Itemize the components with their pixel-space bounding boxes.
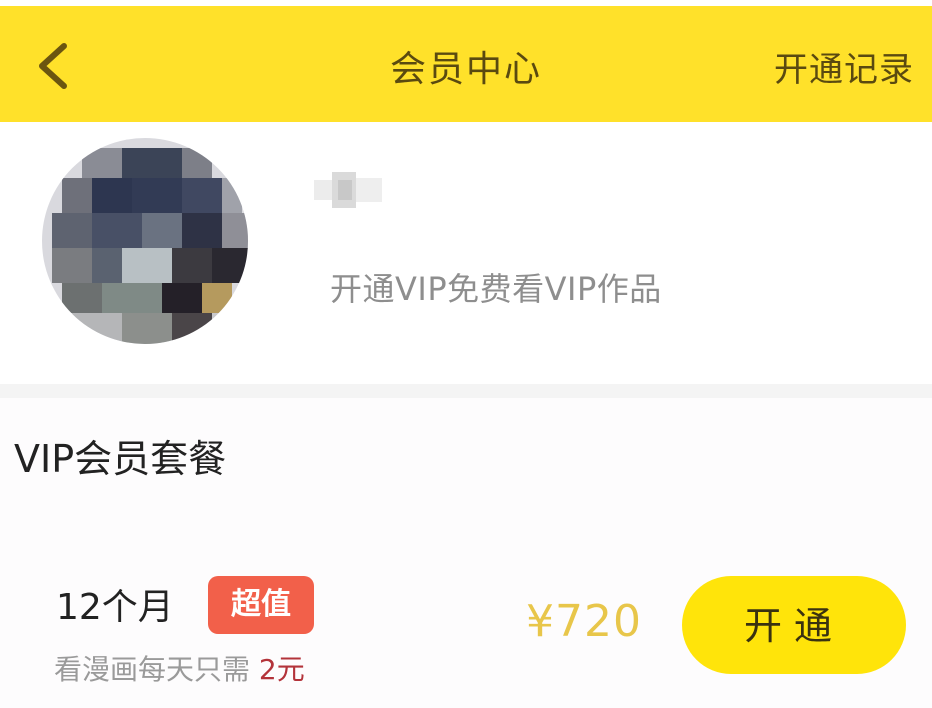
section-divider [0, 384, 932, 398]
profile-card: 开通VIP免费看VIP作品 [0, 122, 932, 384]
vip-plans-section: VIP会员套餐 12个月 超值 看漫画每天只需 2元 ¥720 开通 [0, 398, 932, 708]
username-blurred [314, 172, 386, 210]
plan-note-prefix: 看漫画每天只需 [54, 653, 251, 686]
subscribe-button[interactable]: 开通 [682, 576, 906, 674]
blurred-name-image [314, 172, 382, 208]
avatar-pixelated-image [42, 138, 248, 344]
section-title: VIP会员套餐 [14, 437, 227, 481]
avatar[interactable] [42, 138, 248, 344]
plan-row: 12个月 超值 看漫画每天只需 2元 ¥720 开通 [0, 558, 932, 708]
plan-daily-note: 看漫画每天只需 2元 [54, 648, 305, 688]
top-app-bar: 会员中心 开通记录 [0, 6, 932, 122]
plan-note-value: 2元 [258, 653, 305, 686]
vip-benefit-text: 开通VIP免费看VIP作品 [330, 270, 662, 308]
plan-price: ¥720 [526, 596, 642, 647]
open-history-link[interactable]: 开通记录 [774, 42, 914, 91]
plan-duration: 12个月 [56, 587, 174, 628]
value-badge: 超值 [208, 576, 314, 634]
